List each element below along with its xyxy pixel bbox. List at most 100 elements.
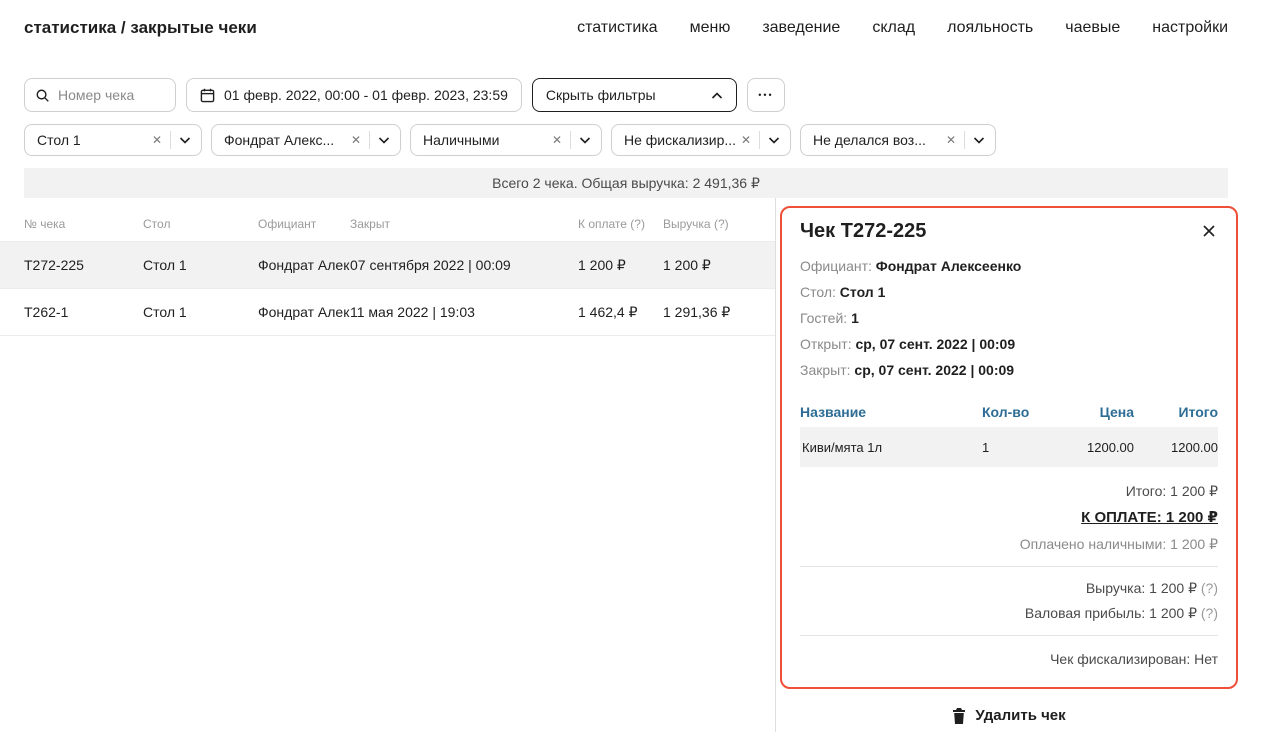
revenue-line: Выручка: 1 200 ₽ (?): [800, 576, 1218, 601]
delete-receipt-label: Удалить чек: [975, 707, 1065, 724]
delete-receipt-button[interactable]: Удалить чек: [780, 707, 1238, 724]
filter-chip-payment[interactable]: Наличными ✕: [410, 124, 602, 156]
chevron-down-icon[interactable]: [760, 137, 780, 144]
header-revenue: Выручка (?): [663, 217, 775, 231]
field-table: Стол: Стол 1: [800, 279, 1218, 305]
field-value: Фондрат Алексеенко: [876, 258, 1022, 274]
top-nav: статистика меню заведение склад лояльнос…: [577, 19, 1228, 37]
receipt-row[interactable]: T272-225 Стол 1 Фондрат Алекс... 07 сент…: [0, 242, 775, 289]
chip-remove-icon[interactable]: ✕: [146, 133, 170, 147]
chevron-down-icon[interactable]: [965, 137, 985, 144]
receipt-number-cell: T272-225: [24, 257, 143, 273]
field-label: Стол:: [800, 284, 836, 300]
item-qty: 1: [982, 440, 1052, 455]
chevron-down-icon[interactable]: [370, 137, 390, 144]
receipt-row[interactable]: T262-1 Стол 1 Фондрат Алекс... 11 мая 20…: [0, 289, 775, 336]
chip-label: Фондрат Алекс...: [224, 132, 345, 148]
gross-profit-hint-icon[interactable]: (?): [1201, 605, 1218, 621]
filters-row-chips: Стол 1 ✕ Фондрат Алекс... ✕ Наличными ✕ …: [24, 124, 1244, 156]
topbar: статистика / закрытые чеки статистика ме…: [0, 0, 1268, 38]
filter-chip-refund[interactable]: Не делался воз... ✕: [800, 124, 996, 156]
to-pay-cell: 1 200 ₽: [578, 257, 663, 274]
header-waiter: Официант: [258, 217, 350, 231]
paid-cash-line: Оплачено наличными: 1 200 ₽: [800, 532, 1218, 557]
nav-item-settings[interactable]: настройки: [1152, 19, 1228, 37]
field-guests: Гостей: 1: [800, 305, 1218, 331]
totals-divider: [800, 635, 1218, 636]
header-table: Стол: [143, 217, 258, 231]
detail-header: Чек T272-225: [800, 220, 1218, 243]
date-range-button[interactable]: 01 февр. 2022, 00:00 - 01 февр. 2023, 23…: [186, 78, 522, 112]
hide-filters-label: Скрыть фильтры: [546, 87, 656, 103]
hide-filters-button[interactable]: Скрыть фильтры: [532, 78, 737, 112]
chip-label: Стол 1: [37, 132, 146, 148]
revenue-text: Выручка: 1 200 ₽: [1086, 580, 1197, 596]
page: статистика / закрытые чеки статистика ме…: [0, 0, 1268, 738]
nav-item-menu[interactable]: меню: [690, 19, 731, 37]
chip-remove-icon[interactable]: ✕: [345, 133, 369, 147]
chevron-down-icon[interactable]: [571, 137, 591, 144]
header-to-pay: К оплате (?): [578, 217, 663, 231]
field-label: Гостей:: [800, 310, 847, 326]
items-header-qty: Кол-во: [982, 404, 1052, 420]
field-value: ср, 07 сент. 2022 | 00:09: [855, 336, 1015, 352]
field-opened: Открыт: ср, 07 сент. 2022 | 00:09: [800, 331, 1218, 357]
detail-column: Чек T272-225 Официант: Фондрат Алексеенк…: [775, 198, 1268, 732]
receipt-detail-panel: Чек T272-225 Официант: Фондрат Алексеенк…: [780, 206, 1238, 689]
more-filters-button[interactable]: •••: [747, 78, 785, 112]
filter-chip-fiscalized[interactable]: Не фискализир... ✕: [611, 124, 791, 156]
items-header-total: Итого: [1134, 404, 1218, 420]
field-value: 1: [851, 310, 859, 326]
field-value: Стол 1: [840, 284, 886, 300]
field-value: ср, 07 сент. 2022 | 00:09: [854, 362, 1014, 378]
receipt-search[interactable]: [24, 78, 176, 112]
subtotal-line: Итого: 1 200 ₽: [800, 479, 1218, 504]
item-name: Киви/мята 1л: [800, 440, 982, 455]
fiscalized-line: Чек фискализирован: Нет: [800, 645, 1218, 673]
items-header-name: Название: [800, 404, 982, 420]
revenue-cell: 1 200 ₽: [663, 257, 775, 274]
main: № чека Стол Официант Закрыт К оплате (?)…: [0, 198, 1268, 732]
chip-remove-icon[interactable]: ✕: [546, 133, 570, 147]
nav-item-venue[interactable]: заведение: [762, 19, 840, 37]
field-label: Официант:: [800, 258, 872, 274]
waiter-cell: Фондрат Алекс...: [258, 304, 350, 320]
filter-chip-waiter[interactable]: Фондрат Алекс... ✕: [211, 124, 401, 156]
to-pay-cell: 1 462,4 ₽: [578, 304, 663, 321]
waiter-cell: Фондрат Алекс...: [258, 257, 350, 273]
detail-fields: Официант: Фондрат Алексеенко Стол: Стол …: [800, 253, 1218, 383]
breadcrumb: статистика / закрытые чеки: [24, 18, 257, 38]
item-price: 1200.00: [1052, 440, 1134, 455]
items-header-price: Цена: [1052, 404, 1134, 420]
header-closed: Закрыт: [350, 217, 578, 231]
close-icon[interactable]: [1200, 220, 1218, 242]
nav-item-tips[interactable]: чаевые: [1065, 19, 1120, 37]
nav-item-loyalty[interactable]: лояльность: [947, 19, 1033, 37]
chip-remove-icon[interactable]: ✕: [940, 133, 964, 147]
item-total: 1200.00: [1134, 440, 1218, 455]
revenue-cell: 1 291,36 ₽: [663, 304, 775, 321]
receipt-items: Название Кол-во Цена Итого Киви/мята 1л …: [800, 397, 1218, 467]
gross-profit-line: Валовая прибыль: 1 200 ₽ (?): [800, 601, 1218, 626]
field-closed: Закрыт: ср, 07 сент. 2022 | 00:09: [800, 357, 1218, 383]
nav-item-warehouse[interactable]: склад: [872, 19, 915, 37]
calendar-icon: [200, 88, 215, 103]
chip-remove-icon[interactable]: ✕: [735, 133, 759, 147]
trash-icon: [952, 708, 966, 724]
chevron-up-icon: [711, 92, 723, 99]
detail-title: Чек T272-225: [800, 220, 926, 243]
field-label: Закрыт:: [800, 362, 851, 378]
receipt-number-cell: T262-1: [24, 304, 143, 320]
revenue-hint-icon[interactable]: (?): [1201, 580, 1218, 596]
receipt-totals: Итого: 1 200 ₽ К ОПЛАТЕ: 1 200 ₽ Оплачен…: [800, 479, 1218, 673]
chip-label: Не делался воз...: [813, 132, 940, 148]
table-cell: Стол 1: [143, 257, 258, 273]
nav-item-statistics[interactable]: статистика: [577, 19, 657, 37]
search-input[interactable]: [58, 87, 165, 103]
item-row: Киви/мята 1л 1 1200.00 1200.00: [800, 427, 1218, 467]
receipts-table: № чека Стол Официант Закрыт К оплате (?)…: [0, 198, 775, 732]
chevron-down-icon[interactable]: [171, 137, 191, 144]
totals-divider: [800, 566, 1218, 567]
filter-chip-table[interactable]: Стол 1 ✕: [24, 124, 202, 156]
filters-row-primary: 01 февр. 2022, 00:00 - 01 февр. 2023, 23…: [24, 78, 1244, 112]
